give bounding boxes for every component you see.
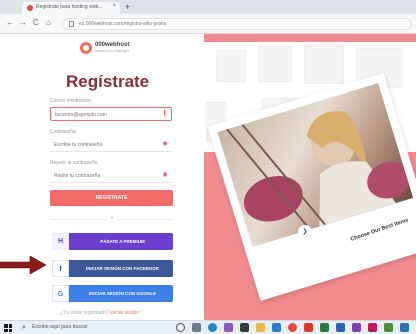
divider-text: o (107, 215, 117, 221)
app-icon[interactable] (384, 323, 393, 332)
tab-title: Registrate para hosting web... (36, 4, 103, 10)
chrome-icon[interactable] (288, 323, 297, 332)
register-button[interactable]: REGISTRATE (50, 190, 173, 206)
product-thumbnail (304, 44, 344, 84)
email-field[interactable]: ❗ (50, 107, 172, 121)
forward-icon[interactable]: → (19, 18, 27, 28)
site-logo[interactable]: 000webhost powered by Hostinger (80, 42, 150, 56)
mail-icon[interactable] (272, 323, 281, 332)
store-icon[interactable] (240, 323, 249, 332)
hero-caption: Choose Our Best Items (349, 217, 410, 243)
logo-text: 000webhost (95, 42, 130, 48)
facebook-login-button[interactable]: f INICIAR SESIÓN CON FACEBOOK (52, 260, 173, 277)
carousel-next-icon[interactable]: ❯ (298, 225, 312, 239)
password-label: Contraseña (50, 129, 76, 135)
onenote-icon[interactable] (352, 323, 361, 332)
login-prompt-text: ¿Ya estás registrado? (60, 310, 109, 316)
google-button-label: INICIAR SESIÓN CON GOOGLE (88, 291, 157, 296)
app-icon[interactable] (368, 323, 377, 332)
windows-taskbar: ⌕ Escribe aquí para buscar (0, 320, 416, 334)
taskbar-search-box[interactable]: Escribe aquí para buscar (32, 324, 88, 330)
url-text: es.000webhost.com/registro-sitio-gratis (79, 21, 166, 27)
edge-icon[interactable] (208, 323, 217, 332)
new-tab-button[interactable]: + (125, 1, 130, 13)
word-icon[interactable] (336, 323, 345, 332)
product-thumbnail (258, 46, 292, 82)
show-password-icon[interactable]: ◉ (162, 141, 168, 148)
password-field[interactable]: ◉ (50, 138, 172, 152)
facebook-icon: f (52, 260, 69, 277)
task-view-icon[interactable] (192, 323, 201, 332)
browser-tab[interactable]: Registrate para hosting web... × (22, 2, 120, 14)
file-explorer-icon[interactable] (256, 323, 265, 332)
app-icon[interactable] (224, 323, 233, 332)
logo-tagline: powered by Hostinger (95, 49, 130, 53)
email-input[interactable] (55, 111, 155, 119)
premium-button[interactable]: H PÁSATE A PREMIUM (52, 233, 173, 250)
pointer-arrow-icon (0, 256, 46, 274)
home-icon[interactable]: ⌂ (46, 18, 51, 28)
login-link[interactable]: Iniciar sesión (110, 310, 139, 316)
page-title: Regístrate (66, 72, 150, 91)
lock-icon (69, 21, 74, 27)
google-icon: G (52, 285, 69, 302)
facebook-button-label: INICIAR SESIÓN CON FACEBOOK (85, 266, 159, 271)
app-icon[interactable] (400, 323, 409, 332)
back-icon[interactable]: ← (6, 18, 14, 28)
hostinger-icon: H (52, 233, 69, 250)
address-bar[interactable]: es.000webhost.com/registro-sitio-gratis (62, 18, 412, 30)
product-thumbnail (216, 50, 246, 82)
show-repeat-password-icon[interactable]: ◉ (162, 172, 168, 179)
taskbar-search-icon[interactable]: ⌕ (22, 323, 26, 333)
password-input[interactable] (54, 141, 154, 149)
repeat-password-field[interactable]: ◉ (50, 169, 172, 183)
premium-button-label: PÁSATE A PREMIUM (100, 239, 145, 244)
google-login-button[interactable]: G INICIAR SESIÓN CON GOOGLE (52, 285, 173, 302)
login-prompt: ¿Ya estás registrado? Iniciar sesión (60, 310, 139, 316)
browser-tab-bar: Registrate para hosting web... × + (0, 0, 416, 14)
reload-icon[interactable]: C (33, 18, 39, 28)
cortana-icon[interactable] (176, 323, 185, 332)
repeat-password-input[interactable] (54, 172, 154, 180)
showcase-panel: Choose Our Best Items ❯ (204, 34, 416, 320)
favicon-icon (27, 5, 33, 11)
powerpoint-icon[interactable] (304, 323, 313, 332)
tab-close-icon[interactable]: × (112, 3, 116, 9)
email-label: Correo electrónico (50, 98, 91, 104)
repeat-password-label: Repetir la contraseña (50, 160, 98, 166)
excel-icon[interactable] (320, 323, 329, 332)
logo-mark-icon (80, 42, 92, 54)
browser-toolbar: ← → C ⌂ es.000webhost.com/registro-sitio… (0, 14, 416, 34)
email-status-icon: ❗ (161, 111, 169, 117)
windows-start-icon[interactable] (4, 324, 12, 332)
signup-panel: 000webhost powered by Hostinger Regístra… (0, 34, 204, 320)
